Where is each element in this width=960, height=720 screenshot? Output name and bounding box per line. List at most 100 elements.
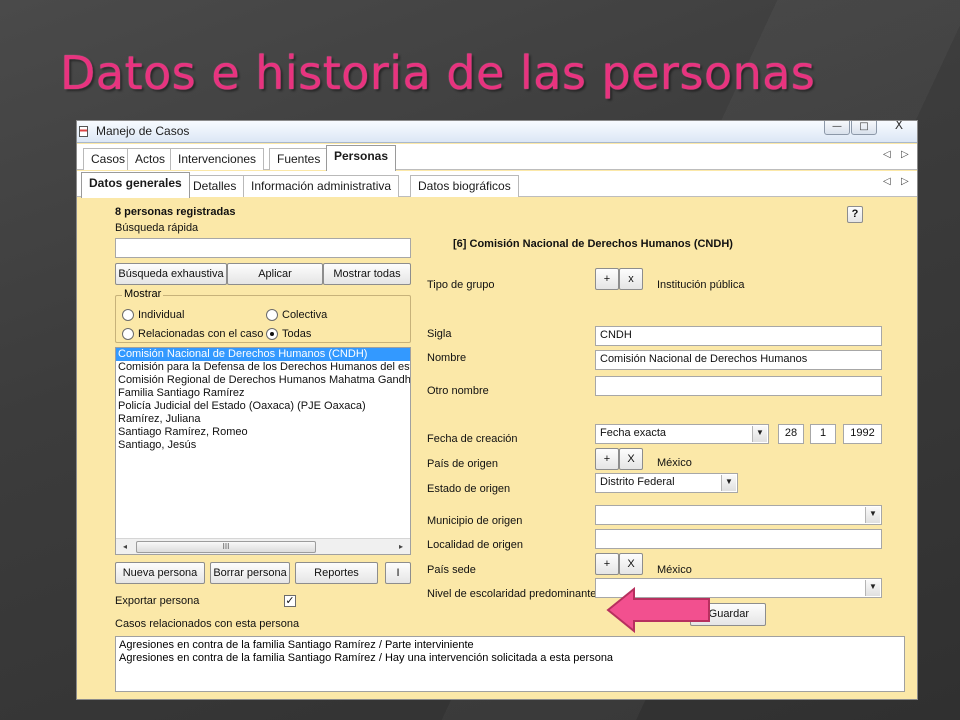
seat-country-label: País sede <box>427 564 476 576</box>
reports-button[interactable]: Reportes <box>295 562 378 584</box>
tab-actos[interactable]: Actos <box>127 148 174 170</box>
tab-fuentes[interactable]: Fuentes <box>269 148 329 170</box>
list-item[interactable]: Comisión Nacional de Derechos Humanos (C… <box>116 348 410 361</box>
record-heading: [6] Comisión Nacional de Derechos Humano… <box>453 238 733 250</box>
minimize-button[interactable]: — <box>824 121 850 135</box>
education-level-label: Nivel de escolaridad predominante <box>427 588 597 600</box>
name-input[interactable]: Comisión Nacional de Derechos Humanos <box>595 350 882 370</box>
related-cases-list[interactable]: Agresiones en contra de la familia Santi… <box>115 636 905 692</box>
date-month-input[interactable]: 1 <box>810 424 836 444</box>
title-bar[interactable]: Manejo de Casos — □ X <box>77 121 917 143</box>
subtab-scroll-right-icon[interactable]: ▷ <box>901 176 909 187</box>
group-type-remove-button[interactable]: x <box>619 268 643 290</box>
quick-search-input[interactable] <box>115 238 411 258</box>
origin-country-value: México <box>657 457 692 469</box>
group-type-label: Tipo de grupo <box>427 279 495 291</box>
date-type-value: Fecha exacta <box>600 427 667 439</box>
subtab-scroll-left-icon[interactable]: ◁ <box>883 176 891 187</box>
show-filter-legend: Mostrar <box>122 288 164 300</box>
name-label: Nombre <box>427 352 467 364</box>
list-item[interactable]: Ramírez, Juliana <box>116 413 410 426</box>
other-name-label: Otro nombre <box>427 385 489 397</box>
chevron-down-icon[interactable]: ▼ <box>865 507 880 523</box>
radio-todas-label: Todas <box>282 328 312 340</box>
export-person-checkbox[interactable]: ✓ <box>284 595 296 607</box>
creation-date-label: Fecha de creación <box>427 433 518 445</box>
list-item[interactable]: Santiago, Jesús <box>116 439 410 452</box>
tab-personas[interactable]: Personas <box>326 145 397 171</box>
show-filter-group: Mostrar Individual Colectiva Relacionada… <box>115 288 411 343</box>
close-button[interactable]: X <box>878 121 917 135</box>
origin-municipality-select[interactable]: ▼ <box>595 505 882 525</box>
quick-search-label: Búsqueda rápida <box>115 222 199 234</box>
list-item[interactable]: Agresiones en contra de la familia Santi… <box>119 639 901 652</box>
radio-individual-label: Individual <box>138 309 185 321</box>
acronym-input[interactable]: CNDH <box>595 326 882 346</box>
app-window: Manejo de Casos — □ X Casos Actos Interv… <box>76 120 918 700</box>
window-title: Manejo de Casos <box>96 124 190 138</box>
person-list[interactable]: Comisión Nacional de Derechos Humanos (C… <box>115 347 411 555</box>
scroll-thumb[interactable]: III <box>136 541 316 553</box>
list-item[interactable]: Comisión para la Defensa de los Derechos… <box>116 361 410 374</box>
list-item[interactable]: Comisión Regional de Derechos Humanos Ma… <box>116 374 410 387</box>
chevron-down-icon[interactable]: ▼ <box>865 580 880 596</box>
seat-country-add-button[interactable]: + <box>595 553 619 575</box>
radio-individual[interactable] <box>122 309 134 321</box>
seat-country-value: México <box>657 564 692 576</box>
radio-todas[interactable] <box>266 328 278 340</box>
date-day-input[interactable]: 28 <box>778 424 804 444</box>
info-button[interactable]: I <box>385 562 411 584</box>
list-item[interactable]: Agresiones en contra de la familia Santi… <box>119 652 901 665</box>
slide-title: Datos e historia de las personas <box>60 46 816 100</box>
export-person-label: Exportar persona <box>115 595 200 607</box>
seat-country-remove-button[interactable]: X <box>619 553 643 575</box>
general-data-panel: 8 personas registradas Búsqueda rápida B… <box>77 198 917 699</box>
date-type-select[interactable]: Fecha exacta ▼ <box>595 424 769 444</box>
tab-datos-biograficos[interactable]: Datos biográficos <box>410 175 519 197</box>
help-button[interactable]: ? <box>847 206 863 223</box>
acronym-label: Sigla <box>427 328 452 340</box>
exhaustive-search-button[interactable]: Búsqueda exhaustiva <box>115 263 227 285</box>
tab-detalles[interactable]: Detalles <box>185 175 245 197</box>
callout-arrow-icon <box>606 587 710 633</box>
list-item[interactable]: Policía Judicial del Estado (Oaxaca) (PJ… <box>116 400 410 413</box>
tab-scroll-right-icon[interactable]: ▷ <box>901 149 909 160</box>
group-type-add-button[interactable]: + <box>595 268 619 290</box>
origin-locality-label: Localidad de origen <box>427 539 524 551</box>
sub-tab-bar: Datos generales Detalles Información adm… <box>77 171 917 198</box>
tab-intervenciones[interactable]: Intervenciones <box>170 148 265 170</box>
new-person-button[interactable]: Nueva persona <box>115 562 205 584</box>
origin-state-label: Estado de origen <box>427 483 511 495</box>
show-all-button[interactable]: Mostrar todas <box>323 263 411 285</box>
scroll-left-icon[interactable]: ◂ <box>118 541 132 553</box>
main-tab-bar: Casos Actos Intervenciones Fuentes Perso… <box>77 144 917 171</box>
origin-municipality-label: Municipio de origen <box>427 515 523 527</box>
origin-country-label: País de origen <box>427 458 498 470</box>
origin-state-value: Distrito Federal <box>600 476 675 488</box>
group-type-value: Institución pública <box>657 279 745 291</box>
tab-casos[interactable]: Casos <box>83 148 134 170</box>
origin-locality-input[interactable] <box>595 529 882 549</box>
radio-colectiva-label: Colectiva <box>282 309 328 321</box>
tab-scroll-left-icon[interactable]: ◁ <box>883 149 891 160</box>
person-count: 8 personas registradas <box>115 206 236 218</box>
origin-state-select[interactable]: Distrito Federal ▼ <box>595 473 738 493</box>
list-item[interactable]: Familia Santiago Ramírez <box>116 387 410 400</box>
radio-colectiva[interactable] <box>266 309 278 321</box>
list-item[interactable]: Santiago Ramírez, Romeo <box>116 426 410 439</box>
origin-country-add-button[interactable]: + <box>595 448 619 470</box>
delete-person-button[interactable]: Borrar persona <box>210 562 290 584</box>
radio-relacionadas[interactable] <box>122 328 134 340</box>
scroll-right-icon[interactable]: ▸ <box>394 541 408 553</box>
other-name-input[interactable] <box>595 376 882 396</box>
chevron-down-icon[interactable]: ▼ <box>721 475 736 491</box>
date-year-input[interactable]: 1992 <box>843 424 882 444</box>
tab-datos-generales[interactable]: Datos generales <box>81 172 190 198</box>
chevron-down-icon[interactable]: ▼ <box>752 426 767 442</box>
apply-button[interactable]: Aplicar <box>227 263 323 285</box>
maximize-button[interactable]: □ <box>851 121 877 135</box>
horizontal-scrollbar[interactable]: ◂ III ▸ <box>116 538 410 554</box>
app-icon <box>79 126 88 137</box>
tab-informacion-administrativa[interactable]: Información administrativa <box>243 175 400 197</box>
origin-country-remove-button[interactable]: X <box>619 448 643 470</box>
